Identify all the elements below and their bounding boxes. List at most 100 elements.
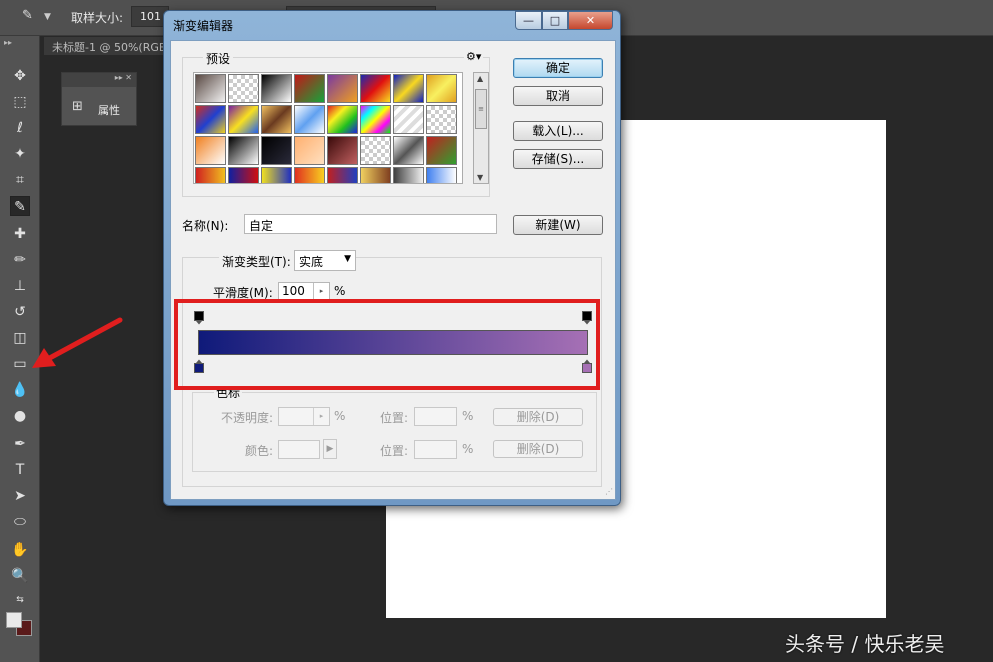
brush-tool-icon[interactable]: ✏ bbox=[10, 250, 30, 270]
preset-swatch[interactable] bbox=[294, 105, 325, 134]
cancel-button[interactable]: 取消 bbox=[513, 86, 603, 106]
preset-swatch[interactable] bbox=[228, 74, 259, 103]
preset-swatch[interactable] bbox=[228, 105, 259, 134]
stop-color-swatch[interactable] bbox=[278, 440, 320, 459]
preset-swatch[interactable] bbox=[360, 74, 391, 103]
opacity-position-unit: % bbox=[462, 409, 474, 423]
move-tool-icon[interactable]: ✥ bbox=[10, 66, 30, 86]
opacity-stop-left[interactable] bbox=[194, 311, 204, 325]
preset-swatch[interactable] bbox=[426, 167, 457, 183]
preset-swatch[interactable] bbox=[261, 136, 292, 165]
history-brush-tool-icon[interactable]: ↺ bbox=[10, 302, 30, 322]
smoothness-slider-arrow-icon[interactable]: ▸ bbox=[313, 283, 329, 300]
opacity-slider-arrow-icon[interactable]: ▸ bbox=[313, 408, 329, 425]
document-tab[interactable]: 未标题-1 @ 50%(RGB bbox=[44, 37, 170, 55]
preset-swatch[interactable] bbox=[360, 105, 391, 134]
path-select-tool-icon[interactable]: ➤ bbox=[10, 486, 30, 506]
preset-swatch[interactable] bbox=[426, 74, 457, 103]
preset-swatch[interactable] bbox=[294, 136, 325, 165]
preset-swatch[interactable] bbox=[195, 136, 226, 165]
gradient-preview-bar[interactable] bbox=[198, 330, 588, 355]
preset-swatch[interactable] bbox=[426, 136, 457, 165]
color-picker-arrow-icon[interactable]: ▶ bbox=[323, 439, 337, 459]
preset-swatch[interactable] bbox=[195, 167, 226, 183]
maximize-button[interactable]: □ bbox=[542, 11, 568, 30]
name-input[interactable]: 自定 bbox=[244, 214, 497, 234]
eyedropper-icon[interactable]: ✎ bbox=[22, 8, 40, 26]
preset-swatch[interactable] bbox=[327, 167, 358, 183]
preset-swatch[interactable] bbox=[393, 136, 424, 165]
swap-colors-icon[interactable]: ⇆ bbox=[10, 590, 30, 610]
preset-swatch[interactable] bbox=[195, 74, 226, 103]
gradient-type-select[interactable]: 实底 ▼ bbox=[294, 250, 356, 271]
properties-icon[interactable]: ⊞ bbox=[72, 99, 83, 114]
presets-group: 预设 ⚙▾ ▲ ≡ ▼ bbox=[182, 50, 490, 197]
delete-opacity-stop-button[interactable]: 删除(D) bbox=[493, 408, 583, 426]
preset-swatch[interactable] bbox=[261, 74, 292, 103]
preset-swatch[interactable] bbox=[327, 105, 358, 134]
presets-scrollbar[interactable]: ▲ ≡ ▼ bbox=[473, 72, 489, 184]
foreground-color-swatch[interactable] bbox=[6, 612, 22, 628]
smoothness-label: 平滑度(M): bbox=[213, 286, 273, 300]
preset-swatch[interactable] bbox=[261, 167, 292, 183]
blur-tool-icon[interactable]: 💧 bbox=[10, 380, 30, 400]
preset-swatch[interactable] bbox=[294, 167, 325, 183]
preset-swatch[interactable] bbox=[294, 74, 325, 103]
stamp-tool-icon[interactable]: ⊥ bbox=[10, 276, 30, 296]
preset-swatch[interactable] bbox=[327, 74, 358, 103]
gradient-tool-icon[interactable]: ▭ bbox=[10, 354, 30, 374]
presets-menu-gear-icon[interactable]: ⚙▾ bbox=[464, 50, 484, 63]
opacity-position-input[interactable] bbox=[414, 407, 457, 426]
preset-swatch[interactable] bbox=[426, 105, 457, 134]
ok-button[interactable]: 确定 bbox=[513, 58, 603, 78]
load-button[interactable]: 载入(L)... bbox=[513, 121, 603, 141]
preset-swatch[interactable] bbox=[195, 105, 226, 134]
preset-swatch[interactable] bbox=[228, 167, 259, 183]
color-position-input[interactable] bbox=[414, 440, 457, 459]
dropdown-arrow-icon[interactable]: ▼ bbox=[344, 254, 351, 264]
scroll-up-icon[interactable]: ▲ bbox=[477, 74, 483, 83]
preset-swatch[interactable] bbox=[261, 105, 292, 134]
opacity-stop-right[interactable] bbox=[582, 311, 592, 325]
eyedropper-tool-icon[interactable]: ✎ bbox=[10, 196, 30, 216]
marquee-tool-icon[interactable]: ⬚ bbox=[10, 92, 30, 112]
preset-swatch[interactable] bbox=[393, 167, 424, 183]
delete-color-stop-button[interactable]: 删除(D) bbox=[493, 440, 583, 458]
lasso-tool-icon[interactable]: ℓ bbox=[10, 118, 30, 138]
hand-tool-icon[interactable]: ✋ bbox=[10, 540, 30, 560]
scroll-thumb[interactable]: ≡ bbox=[475, 89, 487, 129]
zoom-tool-icon[interactable]: 🔍 bbox=[10, 566, 30, 586]
scroll-down-icon[interactable]: ▼ bbox=[477, 173, 483, 182]
presets-label: 预设 bbox=[203, 50, 234, 67]
gradient-type-value: 实底 bbox=[299, 255, 324, 269]
new-button[interactable]: 新建(W) bbox=[513, 215, 603, 235]
resize-grip-icon[interactable]: ⋰ bbox=[605, 487, 613, 496]
properties-label[interactable]: 属性 bbox=[98, 102, 120, 118]
dodge-tool-icon[interactable]: ● bbox=[10, 406, 30, 426]
panel-grip-icon[interactable]: ▸▸ bbox=[4, 38, 12, 47]
pen-tool-icon[interactable]: ✒ bbox=[10, 434, 30, 454]
preset-swatch[interactable] bbox=[228, 136, 259, 165]
quick-select-tool-icon[interactable]: ✦ bbox=[10, 144, 30, 164]
eraser-tool-icon[interactable]: ◫ bbox=[10, 328, 30, 348]
preset-swatch[interactable] bbox=[360, 136, 391, 165]
type-tool-icon[interactable]: T bbox=[10, 460, 30, 480]
preset-swatch[interactable] bbox=[393, 74, 424, 103]
annotation-arrow-icon bbox=[32, 317, 123, 368]
panel-collapse-icon[interactable]: ▸▸ ✕ bbox=[62, 73, 136, 87]
ellipse-tool-icon[interactable]: ⬭ bbox=[10, 512, 30, 532]
save-button[interactable]: 存储(S)... bbox=[513, 149, 603, 169]
color-stop-right[interactable] bbox=[582, 359, 592, 373]
smoothness-input[interactable]: 100 ▸ bbox=[278, 282, 330, 301]
crop-tool-icon[interactable]: ⌗ bbox=[10, 170, 30, 190]
presets-grid bbox=[193, 72, 463, 184]
minimize-button[interactable]: — bbox=[515, 11, 542, 30]
close-button[interactable]: ✕ bbox=[568, 11, 613, 30]
tool-preset-arrow-icon[interactable]: ▼ bbox=[44, 12, 51, 22]
preset-swatch[interactable] bbox=[393, 105, 424, 134]
opacity-input[interactable]: ▸ bbox=[278, 407, 330, 426]
preset-swatch[interactable] bbox=[327, 136, 358, 165]
preset-swatch[interactable] bbox=[360, 167, 391, 183]
color-stop-left[interactable] bbox=[194, 359, 204, 373]
healing-brush-tool-icon[interactable]: ✚ bbox=[10, 224, 30, 244]
